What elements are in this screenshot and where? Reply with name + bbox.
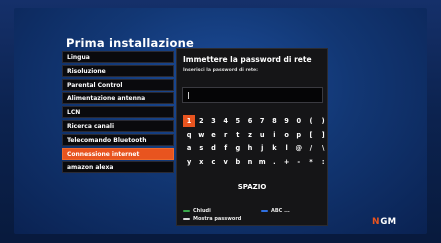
space-key[interactable]: SPAZIO — [177, 183, 327, 191]
text-caret — [188, 92, 189, 99]
password-input[interactable] — [182, 87, 323, 103]
blue-key-icon — [261, 209, 268, 213]
green-key-icon — [183, 209, 190, 213]
keyboard-key[interactable]: 5 — [232, 115, 244, 127]
keyboard-key[interactable]: z — [244, 129, 256, 141]
legend-abc-label: ABC ... — [271, 208, 290, 214]
keyboard-key[interactable]: \ — [317, 142, 329, 154]
menu-item[interactable]: amazon alexa — [62, 161, 174, 174]
keyboard-key[interactable]: v — [220, 156, 232, 168]
dialog-title: Immettere la password di rete — [183, 55, 312, 64]
setup-menu: Lingua Risoluzione Parental Control Aliment… — [62, 51, 174, 175]
keyboard-row: a s d f g h j k l @ / \ — [183, 142, 325, 154]
white-key-icon — [183, 217, 190, 221]
keyboard-key[interactable]: h — [244, 142, 256, 154]
keyboard-key[interactable]: p — [293, 129, 305, 141]
keyboard-key[interactable]: o — [281, 129, 293, 141]
keyboard-key[interactable]: s — [195, 142, 207, 154]
menu-item[interactable]: Alimentazione antenna — [62, 92, 174, 105]
keyboard-key[interactable]: r — [220, 129, 232, 141]
keyboard-key[interactable]: i — [268, 129, 280, 141]
keyboard-key[interactable]: @ — [293, 142, 305, 154]
keyboard-key[interactable]: ] — [317, 129, 329, 141]
keyboard-key[interactable]: w — [195, 129, 207, 141]
keyboard-key[interactable]: t — [232, 129, 244, 141]
keyboard-key[interactable]: a — [183, 142, 195, 154]
keyboard-key[interactable]: [ — [305, 129, 317, 141]
legend-close[interactable]: Chiudi — [183, 208, 211, 214]
keyboard-key[interactable]: 3 — [207, 115, 219, 127]
keyboard-key[interactable]: . — [268, 156, 280, 168]
keyboard-key[interactable]: - — [293, 156, 305, 168]
menu-item[interactable]: Risoluzione — [62, 64, 174, 77]
keyboard-key[interactable]: 1 — [183, 115, 196, 127]
menu-item[interactable]: LCN — [62, 106, 174, 119]
keyboard-key[interactable]: ) — [317, 115, 329, 127]
keyboard-key[interactable]: f — [220, 142, 232, 154]
keyboard-key[interactable]: q — [183, 129, 195, 141]
keyboard-row: q w e r t z u i o p[] — [183, 129, 325, 141]
keyboard-key[interactable]: e — [207, 129, 219, 141]
keyboard-key[interactable]: 7 — [256, 115, 268, 127]
keyboard-row: 1 2 3 4 5 6 7 8 9 0() — [183, 115, 325, 127]
keyboard-key[interactable]: n — [244, 156, 256, 168]
dialog-subtitle: Inserisci la password di rete: — [183, 68, 258, 73]
keyboard-row: y x c v b n m. + - *: — [183, 156, 325, 168]
on-screen-keyboard: 1 2 3 4 5 6 7 8 9 0() q w e r t z u i o p[] a s d f g h j k l @ / \ y x c v… — [183, 115, 325, 169]
keyboard-key[interactable]: + — [281, 156, 293, 168]
keyboard-key[interactable]: g — [232, 142, 244, 154]
legend-abc[interactable]: ABC ... — [261, 208, 290, 214]
keyboard-key[interactable]: j — [256, 142, 268, 154]
legend-show-password[interactable]: Mostra password — [183, 216, 241, 222]
keyboard-key[interactable]: / — [305, 142, 317, 154]
menu-item[interactable]: Ricerca canali — [62, 119, 174, 132]
keyboard-key[interactable]: : — [317, 156, 329, 168]
keyboard-key[interactable]: k — [268, 142, 280, 154]
legend-show-password-label: Mostra password — [193, 216, 242, 222]
keyboard-key[interactable]: 8 — [268, 115, 280, 127]
keyboard-key[interactable]: u — [256, 129, 268, 141]
keyboard-key[interactable]: ( — [305, 115, 317, 127]
keyboard-key[interactable]: b — [232, 156, 244, 168]
menu-item[interactable]: Connessione internet — [62, 147, 174, 160]
keyboard-key[interactable]: l — [281, 142, 293, 154]
keyboard-key[interactable]: 2 — [195, 115, 207, 127]
keyboard-key[interactable]: 0 — [293, 115, 305, 127]
menu-item[interactable]: Parental Control — [62, 78, 174, 91]
legend-close-label: Chiudi — [193, 208, 211, 214]
keyboard-key[interactable]: 6 — [244, 115, 256, 127]
keyboard-key[interactable]: y — [183, 156, 195, 168]
keyboard-key[interactable]: m — [256, 156, 268, 168]
ngm-logo: N GM — [372, 217, 397, 227]
keyboard-key[interactable]: x — [195, 156, 207, 168]
password-dialog: Immettere la password di rete Inserisci … — [176, 48, 328, 226]
menu-item[interactable]: Telecomando Bluetooth — [62, 133, 174, 146]
keyboard-key[interactable]: 4 — [220, 115, 232, 127]
keyboard-key[interactable]: d — [207, 142, 219, 154]
menu-item[interactable]: Lingua — [62, 51, 174, 63]
keyboard-key[interactable]: 9 — [281, 115, 293, 127]
keyboard-key[interactable]: c — [207, 156, 219, 168]
page-title: Prima installazione — [66, 36, 194, 50]
keyboard-key[interactable]: * — [305, 156, 317, 168]
